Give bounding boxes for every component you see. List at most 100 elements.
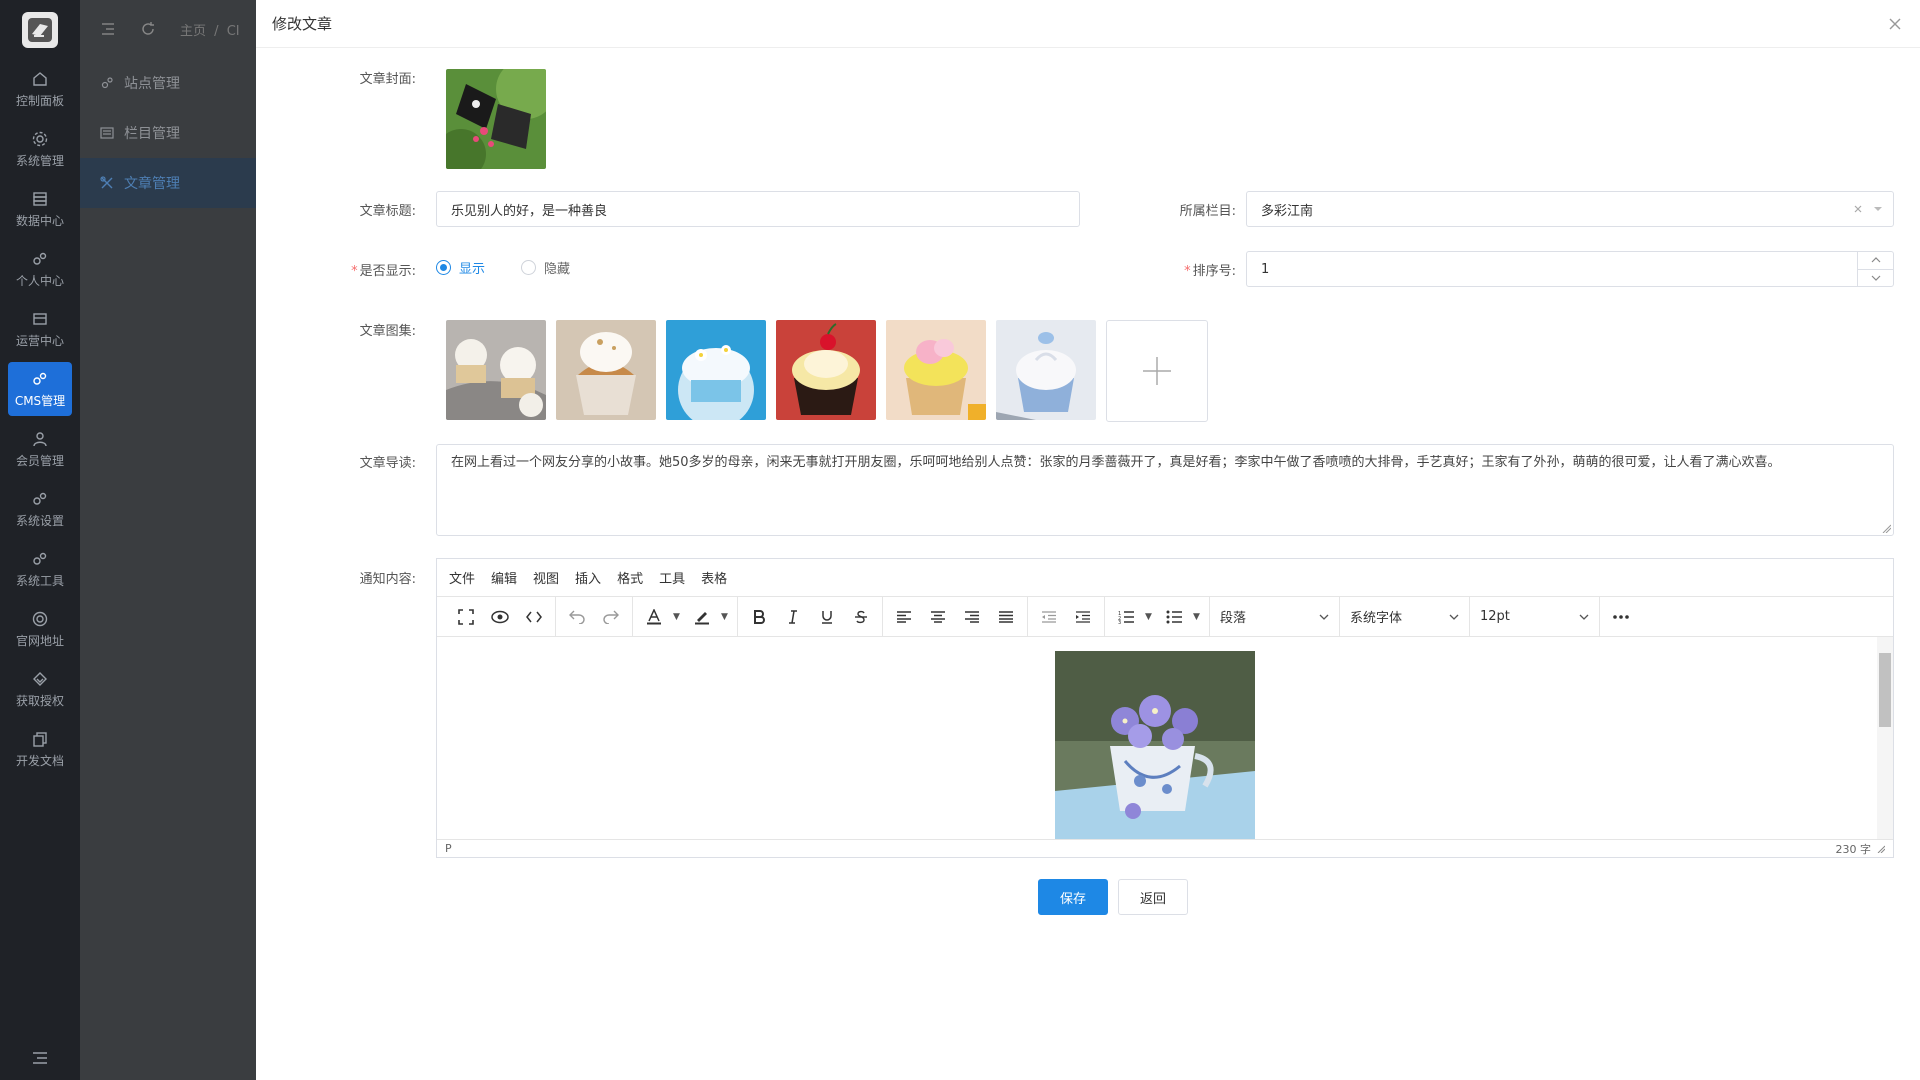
required-mark: *	[1184, 264, 1191, 279]
numbered-list-button[interactable]: 123	[1111, 602, 1141, 632]
eye-icon	[491, 610, 509, 623]
column-select[interactable]: 多彩江南	[1246, 191, 1894, 227]
submenu-item-articles[interactable]: 文章管理	[80, 158, 256, 208]
editor-menu-view[interactable]: 视图	[533, 568, 559, 587]
italic-button[interactable]	[778, 602, 808, 632]
resize-handle-icon[interactable]	[1877, 845, 1885, 853]
sort-input-value: 1	[1261, 261, 1270, 277]
editor-menu-tools[interactable]: 工具	[659, 568, 685, 587]
sidebar-item-label: 系统设置	[15, 513, 64, 528]
align-right-icon	[965, 610, 979, 623]
gallery-thumb[interactable]	[556, 320, 656, 420]
undo-button[interactable]	[562, 602, 592, 632]
chevron-down-icon[interactable]: ▼	[1193, 612, 1203, 622]
submenu-item-sites[interactable]: 站点管理	[80, 58, 256, 108]
text-color-button[interactable]	[639, 602, 669, 632]
sidebar-item-data[interactable]: 数据中心	[8, 182, 72, 236]
align-left-button[interactable]	[889, 602, 919, 632]
font-size-select[interactable]: 12pt	[1470, 596, 1600, 637]
save-button[interactable]: 保存	[1038, 879, 1108, 915]
outdent-button[interactable]	[1034, 602, 1064, 632]
close-icon[interactable]	[1886, 15, 1904, 33]
align-right-button[interactable]	[957, 602, 987, 632]
chevron-down-icon[interactable]: ▼	[1145, 612, 1155, 622]
editor-content[interactable]	[437, 637, 1893, 839]
scroll-thumb[interactable]	[1879, 653, 1891, 727]
sidebar-item-system[interactable]: 系统管理	[8, 122, 72, 176]
gallery-thumb[interactable]	[996, 320, 1096, 420]
block-format-select[interactable]: 段落	[1210, 596, 1340, 637]
sort-input[interactable]: 1	[1246, 251, 1894, 287]
sidebar-item-label: 数据中心	[15, 213, 64, 228]
bullet-list-button[interactable]	[1159, 602, 1189, 632]
gallery-thumb[interactable]	[886, 320, 986, 420]
sidebar-item-members[interactable]: 会员管理	[8, 422, 72, 476]
status-path[interactable]: P	[445, 842, 452, 855]
gallery-thumb[interactable]	[446, 320, 546, 420]
menu-toggle-icon[interactable]	[100, 21, 116, 37]
breadcrumb-current[interactable]: CI	[227, 24, 240, 39]
align-justify-button[interactable]	[991, 602, 1021, 632]
breadcrumb-home[interactable]: 主页	[180, 24, 206, 39]
sidebar-item-cms[interactable]: CMS管理	[8, 362, 72, 416]
sidebar-item-license[interactable]: 获取授权	[8, 662, 72, 716]
editor-menu-file[interactable]: 文件	[449, 568, 475, 587]
sidebar-item-tools[interactable]: 系统工具	[8, 542, 72, 596]
content-label: 通知内容:	[359, 572, 416, 587]
submenu-item-label: 站点管理	[124, 76, 180, 92]
sidebar-item-docs[interactable]: 开发文档	[8, 722, 72, 776]
title-input[interactable]: 乐见别人的好，是一种善良	[436, 191, 1080, 227]
chevron-down-icon[interactable]: ▼	[721, 612, 731, 622]
intro-textarea[interactable]: 在网上看过一个网友分享的小故事。她50多岁的母亲，闲来无事就打开朋友圈，乐呵呵地…	[436, 444, 1894, 536]
font-family-select[interactable]: 系统字体	[1340, 596, 1470, 637]
gallery-thumb[interactable]	[666, 320, 766, 420]
clear-icon[interactable]	[1853, 204, 1863, 214]
editor-menu-format[interactable]: 格式	[617, 568, 643, 587]
cover-image[interactable]	[446, 69, 546, 169]
toolbar-group-lists: 123 ▼ ▼	[1105, 596, 1210, 637]
radio-show[interactable]: 显示	[436, 258, 485, 277]
chevron-down-icon	[1319, 614, 1329, 620]
gears-icon	[101, 77, 113, 89]
fullscreen-button[interactable]	[451, 602, 481, 632]
sidebar-item-profile[interactable]: 个人中心	[8, 242, 72, 296]
gallery-thumb[interactable]	[776, 320, 876, 420]
editor-scrollbar[interactable]	[1877, 637, 1893, 839]
underline-button[interactable]	[812, 602, 842, 632]
card-icon	[33, 312, 47, 325]
refresh-icon[interactable]	[140, 21, 156, 37]
preview-button[interactable]	[485, 602, 515, 632]
breadcrumb: 主页 / CI	[180, 20, 240, 39]
resize-handle-icon[interactable]	[1881, 523, 1891, 533]
strikethrough-button[interactable]	[846, 602, 876, 632]
app-logo[interactable]	[22, 12, 58, 48]
radio-hide[interactable]: 隐藏	[521, 258, 570, 277]
indent-button[interactable]	[1068, 602, 1098, 632]
italic-icon	[789, 609, 797, 624]
redo-button[interactable]	[596, 602, 626, 632]
chevron-down-icon[interactable]: ▼	[673, 612, 683, 622]
submenu-item-columns[interactable]: 栏目管理	[80, 108, 256, 158]
copy-icon	[33, 731, 47, 747]
editor-menu-edit[interactable]: 编辑	[491, 568, 517, 587]
more-button[interactable]	[1606, 602, 1636, 632]
gallery-upload-button[interactable]	[1106, 320, 1208, 422]
collapse-menu-icon[interactable]	[30, 1048, 50, 1068]
logo-icon	[28, 18, 52, 42]
sidebar-item-settings[interactable]: 系统设置	[8, 482, 72, 536]
back-button[interactable]: 返回	[1118, 879, 1188, 915]
plus-icon	[1143, 357, 1171, 385]
sidebar-item-website[interactable]: 官网地址	[8, 602, 72, 656]
source-code-button[interactable]	[519, 602, 549, 632]
sidebar-item-dashboard[interactable]: 控制面板	[8, 62, 72, 116]
stepper-up[interactable]	[1858, 252, 1893, 270]
editor-menu-insert[interactable]: 插入	[575, 568, 601, 587]
bold-button[interactable]	[744, 602, 774, 632]
align-center-button[interactable]	[923, 602, 953, 632]
highlight-color-button[interactable]	[687, 602, 717, 632]
toolbar-group-view	[445, 596, 556, 637]
show-label-text: 是否显示:	[359, 264, 416, 279]
editor-menu-table[interactable]: 表格	[701, 568, 727, 587]
sidebar-item-operations[interactable]: 运营中心	[8, 302, 72, 356]
stepper-down[interactable]	[1858, 270, 1893, 287]
